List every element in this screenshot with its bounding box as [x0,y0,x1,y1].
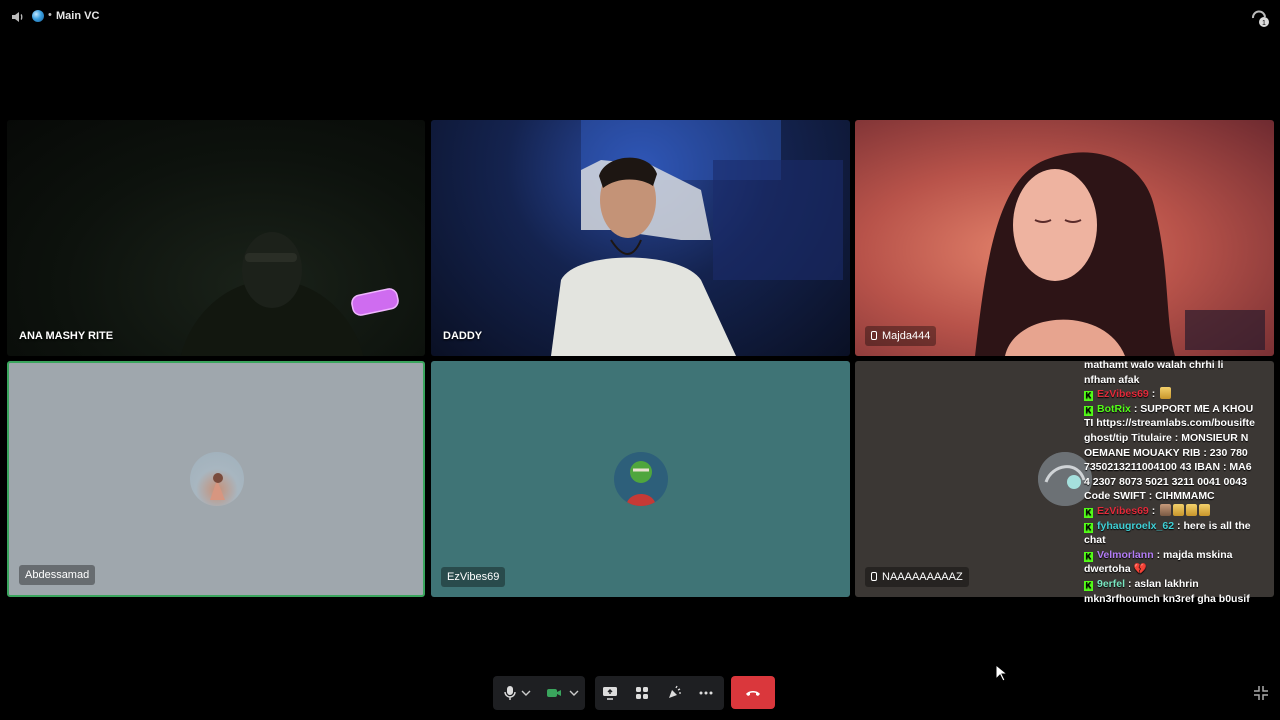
activities-icon [636,687,648,699]
webcam-feed [180,232,399,356]
channel-name[interactable]: Main VC [56,10,99,22]
kick-icon: K [1084,391,1093,402]
participant-name: Abdessamad [19,565,96,585]
disconnect-button[interactable] [731,676,775,709]
camera-icon [547,689,561,697]
activity-icon[interactable]: 1 [1250,8,1270,28]
chat-overlay: mathamt walo walah chrhi li nfham afak K… [1084,358,1256,606]
chat-message: K BotRix: SUPPORT ME A KHOUTI https://str… [1084,402,1255,503]
participant-name: EzVibes69 [441,567,506,587]
video-tile[interactable]: ANA MASHY RITE [7,120,425,356]
kick-icon: K [1084,580,1093,591]
kick-icon: K [1084,405,1093,416]
soundboard-icon [669,685,681,698]
emote-icon [1186,503,1198,516]
video-tile[interactable]: EzVibes69 [431,361,850,597]
video-tile[interactable]: DADDY [431,120,850,356]
emote-icon [1160,503,1172,516]
separator-dot: • [48,9,52,21]
audio-options-button[interactable] [517,676,535,710]
more-button[interactable] [691,676,721,710]
avatar [190,452,244,506]
webcam-feed [975,152,1265,356]
microphone-icon [504,686,516,700]
participant-name: Majda444 [865,326,937,346]
chat-message: K EzVibes69: [1084,503,1256,519]
svg-text:1: 1 [1262,20,1266,27]
mouse-cursor-icon [995,664,1007,682]
chat-message: K Velmorlann: majda mskina dwertoha 💔 [1084,548,1233,576]
chat-message: K 9erfel: aslan lakhrin mkn3rfhoumch kn3r… [1084,577,1250,605]
activities-button[interactable] [627,676,657,710]
emote-icon [1173,503,1185,516]
screen-share-button[interactable] [595,676,625,710]
top-bar: • Main VC 1 [0,0,1280,34]
mobile-icon [871,572,877,581]
more-icon [699,691,713,695]
end-call-icon [746,690,760,696]
emote-icon [1160,387,1172,400]
video-options-button[interactable] [565,676,583,710]
avatar-image [210,473,225,500]
kick-icon: K [1084,507,1093,518]
video-tile[interactable]: Abdessamad [7,361,425,597]
avatar [614,452,668,506]
emote-icon [1199,503,1211,516]
activity-controls [595,676,724,710]
chat-message: K EzVibes69: [1084,387,1256,402]
participant-name: NAAAAAAAAAZ [865,567,969,587]
video-tile[interactable]: Majda444 [855,120,1274,356]
kick-icon: K [1084,522,1093,533]
audio-video-controls [493,676,585,710]
webcam-feed [551,120,843,356]
participant-name: ANA MASHY RITE [19,330,114,342]
mobile-icon [871,331,877,340]
screen-share-icon [603,687,617,700]
server-icon[interactable] [32,10,44,22]
chevron-down-icon [521,690,531,696]
chat-message: Kfyhaugroelx_62: here is all the chat [1084,519,1251,547]
chat-message: mathamt walo walah chrhi li nfham afak [1084,359,1224,386]
participant-name: DADDY [443,330,483,342]
avatar-image [626,461,656,506]
chevron-down-icon [569,690,579,696]
kick-icon: K [1084,551,1093,562]
exit-fullscreen-icon[interactable] [1253,685,1269,701]
soundboard-button[interactable] [659,676,689,710]
speaker-icon [12,12,23,22]
